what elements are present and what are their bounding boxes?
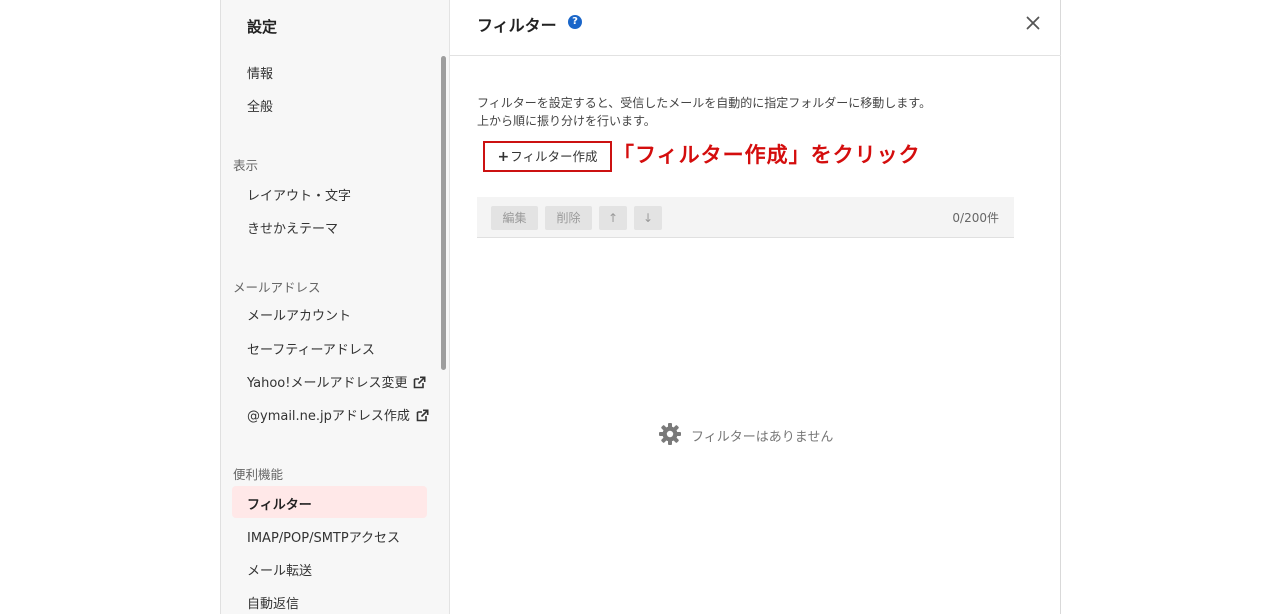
delete-button[interactable]: 削除: [545, 206, 592, 230]
external-link-icon: [414, 376, 426, 389]
arrow-up-icon: ↑: [607, 211, 619, 225]
gear-icon: [659, 423, 681, 445]
sidebar-item-mail-account[interactable]: メールアカウント: [247, 305, 351, 324]
sidebar-item-general[interactable]: 全般: [247, 96, 273, 115]
description-line-2: 上から順に振り分けを行います。: [477, 114, 656, 128]
sidebar-section-useful: 便利機能: [233, 467, 284, 482]
move-down-button[interactable]: ↓: [634, 206, 662, 230]
sidebar-section-display: 表示: [233, 158, 259, 173]
settings-dialog: 設定 情報 全般 表示 レイアウト・文字 きせかえテーマ メールアドレス メール…: [220, 0, 1061, 614]
create-filter-label: フィルター作成: [510, 149, 598, 164]
move-up-button[interactable]: ↑: [599, 206, 627, 230]
panel-header: フィルター ?: [450, 0, 1061, 56]
filter-count: 0/200件: [952, 211, 999, 225]
sidebar-item-filter[interactable]: フィルター: [247, 494, 312, 513]
sidebar-section-mail-address: メールアドレス: [233, 280, 321, 295]
sidebar-item-forward[interactable]: メール転送: [247, 560, 312, 579]
sidebar-scrollbar[interactable]: [441, 56, 446, 370]
sidebar-item-label: Yahoo!メールアドレス変更: [247, 376, 408, 391]
close-icon[interactable]: [1024, 14, 1042, 32]
filter-toolbar: 編集 削除 ↑ ↓ 0/200件: [477, 197, 1014, 238]
create-filter-button[interactable]: +フィルター作成: [483, 141, 612, 172]
empty-message: フィルターはありません: [691, 430, 834, 445]
sidebar-item-label: @ymail.ne.jpアドレス作成: [247, 409, 410, 424]
sidebar-title: 設定: [247, 18, 278, 36]
settings-sidebar: 設定 情報 全般 表示 レイアウト・文字 きせかえテーマ メールアドレス メール…: [221, 0, 450, 614]
sidebar-item-layout-font[interactable]: レイアウト・文字: [247, 185, 351, 204]
question-circle-icon[interactable]: ?: [568, 15, 582, 29]
sidebar-item-theme[interactable]: きせかえテーマ: [247, 218, 338, 237]
edit-button[interactable]: 編集: [491, 206, 538, 230]
sidebar-item-safety-address[interactable]: セーフティーアドレス: [247, 339, 375, 358]
filter-panel: フィルター ? フィルターを設定すると、受信したメールを自動的に指定フォルダーに…: [450, 0, 1061, 614]
sidebar-item-info[interactable]: 情報: [247, 63, 273, 82]
sidebar-item-imap[interactable]: IMAP/POP/SMTPアクセス: [247, 527, 400, 546]
plus-icon: +: [497, 149, 510, 165]
description-line-1: フィルターを設定すると、受信したメールを自動的に指定フォルダーに移動します。: [477, 96, 932, 110]
sidebar-item-change-address[interactable]: Yahoo!メールアドレス変更: [247, 372, 426, 391]
page-title: フィルター: [477, 16, 557, 35]
sidebar-item-ymail-address[interactable]: @ymail.ne.jpアドレス作成: [247, 405, 429, 424]
instruction-annotation: 「フィルター作成」をクリック: [613, 143, 921, 167]
sidebar-item-auto-reply[interactable]: 自動返信: [247, 593, 299, 612]
external-link-icon: [416, 409, 429, 422]
arrow-down-icon: ↓: [642, 211, 654, 225]
